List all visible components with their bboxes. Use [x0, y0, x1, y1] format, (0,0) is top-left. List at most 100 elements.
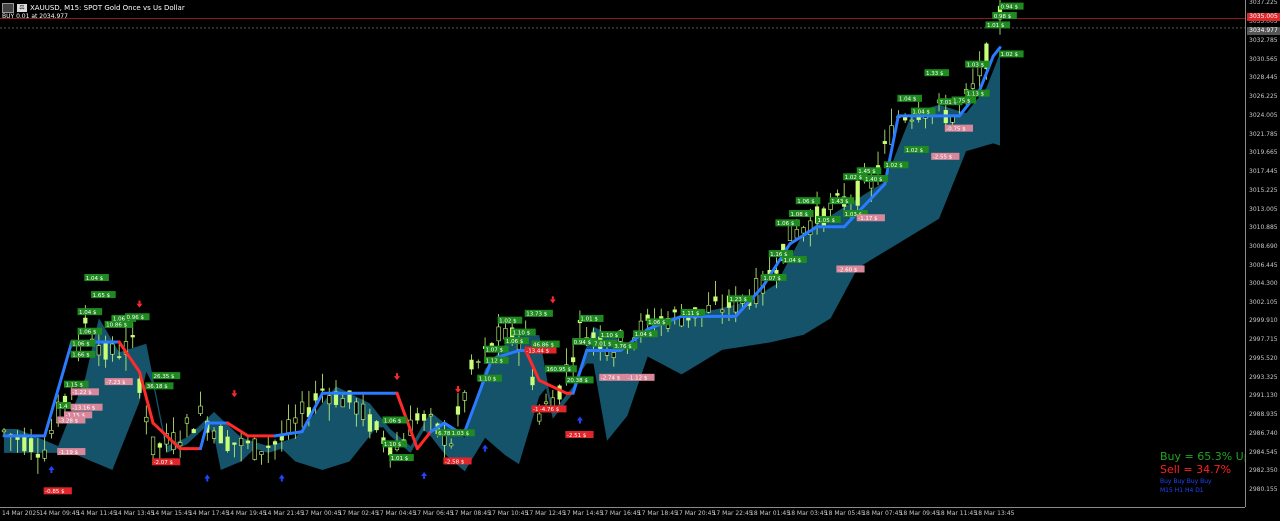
price-tick: 3010.885 [1249, 223, 1278, 231]
candle [557, 384, 562, 405]
price-tick: 2997.715 [1249, 336, 1278, 344]
time-tick: 14 Mar 13:45 [114, 510, 155, 517]
candle [144, 405, 149, 435]
svg-text:1.06 $: 1.06 $ [777, 221, 795, 227]
candle [178, 430, 183, 458]
buy-arrow-icon [278, 474, 285, 482]
trade-pnl-label: 1.04 $ [910, 107, 936, 115]
svg-text:1.02 $: 1.02 $ [845, 175, 863, 181]
trade-pnl-label: -2.51 $ [565, 431, 594, 439]
svg-text:1.06 $: 1.06 $ [506, 339, 524, 345]
trade-pnl-label: 20.38 $ [565, 376, 594, 384]
candle [171, 417, 176, 455]
svg-text:1.10 $: 1.10 $ [479, 376, 497, 382]
trade-pnl-label: 1.06 $ [775, 219, 801, 227]
trade-pnl-label: 0.94 $ [999, 2, 1024, 10]
buy-percentage: Buy = 65.3% Up [1160, 450, 1251, 463]
time-tick: 14 Mar 17:45 [189, 510, 230, 517]
svg-text:1.01 $: 1.01 $ [987, 23, 1005, 29]
price-tick: 3019.665 [1249, 148, 1278, 156]
svg-text:-2.51 $: -2.51 $ [567, 433, 587, 439]
svg-text:1.04 $: 1.04 $ [86, 276, 104, 282]
time-tick: 17 Mar 20:45 [675, 510, 716, 517]
trade-pnl-label: -2.60 $ [836, 265, 865, 273]
svg-text:-2.07 $: -2.07 $ [154, 460, 174, 466]
svg-text:1.4: 1.4 [59, 404, 68, 410]
time-axis[interactable]: 14 Mar 2025 14 Mar 09:45 14 Mar 11:45 14 Ma… [0, 507, 1245, 521]
chart-area[interactable]: 1.04 $ 1.65 $ 1.04 $ 1.06 $ 1.06 $ 1.66 $ 1.15… [0, 0, 1251, 507]
trade-pnl-label: 1.01 $ [578, 314, 604, 323]
trade-pnl-label: -2.55 $ [931, 152, 960, 161]
trend-cloud [4, 53, 1000, 472]
trade-pnl-label: -1.22 $ [70, 388, 99, 396]
trade-pnl-label: 1.02 $ [497, 316, 523, 324]
trade-pnl-label: 1.02 $ [999, 50, 1024, 58]
candle [753, 267, 759, 308]
svg-text:1.01 $: 1.01 $ [391, 456, 409, 462]
trade-pnl-label: 1.40 $ [863, 175, 889, 183]
candle [198, 391, 203, 417]
trade-pnl-label: 3.76 $ [612, 342, 638, 350]
svg-text:160.95 $: 160.95 $ [547, 367, 572, 373]
svg-text:1.66 $: 1.66 $ [72, 353, 90, 359]
price-chart[interactable]: 1.04 $ 1.65 $ 1.04 $ 1.06 $ 1.06 $ 1.66 $ 1.15… [0, 0, 1245, 507]
svg-text:-0.85 $: -0.85 $ [45, 489, 65, 495]
chart-menu-icon[interactable] [2, 2, 14, 13]
svg-text:20.38 $: 20.38 $ [567, 378, 588, 384]
price-axis[interactable]: 3037.225 3035.005 3032.785 3030.565 3028.445… [1245, 0, 1280, 507]
svg-text:3.76 $: 3.76 $ [614, 344, 632, 350]
time-tick: 14 Mar 15:45 [151, 510, 192, 517]
candle [835, 189, 840, 199]
svg-text:-1.12 $: -1.12 $ [628, 376, 648, 382]
svg-text:1.40 $: 1.40 $ [865, 177, 883, 183]
time-tick: 14 Mar 21:45 [263, 510, 304, 517]
time-tick: 18 Mar 07:45 [862, 510, 903, 517]
svg-text:46.86 $: 46.86 $ [533, 342, 554, 348]
ask-price-tag: 3034.977 [1247, 26, 1280, 35]
price-tick: 2982.350 [1249, 467, 1278, 475]
trade-pnl-label: 1.10 $ [511, 328, 536, 336]
time-tick: 17 Mar 04:45 [376, 510, 417, 517]
svg-text:-1.19 $: -1.19 $ [59, 450, 79, 456]
price-tick: 2993.325 [1249, 373, 1278, 381]
trade-pnl-label: -1.12 $ [626, 373, 655, 382]
svg-text:1.01 $: 1.01 $ [580, 317, 598, 323]
trade-pnl-label: 0.98 $ [992, 12, 1017, 20]
price-tick: 3032.785 [1249, 36, 1278, 44]
svg-text:-2.60 $: -2.60 $ [838, 267, 858, 273]
svg-text:1.07 $: 1.07 $ [763, 276, 781, 282]
svg-text:1.02 $: 1.02 $ [1001, 52, 1019, 58]
svg-text:1.04 $: 1.04 $ [784, 258, 802, 264]
svg-text:0.96 $: 0.96 $ [126, 315, 144, 321]
price-tick: 3017.445 [1249, 167, 1278, 175]
buy-arrow-icon [48, 465, 55, 473]
time-tick: 18 Mar 03:45 [787, 510, 828, 517]
price-tick: 3006.445 [1249, 261, 1278, 269]
sell-arrow-icon [231, 390, 238, 398]
time-tick: 17 Mar 10:45 [488, 510, 529, 517]
trade-pnl-label: 1.15 $ [63, 380, 89, 388]
trade-pnl-label: 160.95 $ [545, 365, 577, 373]
time-tick: 17 Mar 02:45 [338, 510, 379, 517]
time-tick: 17 Mar 12:45 [525, 510, 566, 517]
trade-pnl-label: 1.04 $ [77, 308, 103, 316]
timeframe-signal-row: Buy Buy Buy Buy [1160, 478, 1212, 485]
svg-text:1.06 $: 1.06 $ [79, 330, 97, 336]
svg-text:1.08 $: 1.08 $ [790, 212, 808, 218]
trade-pnl-label: 1.04 $ [633, 330, 658, 338]
time-tick: 17 Mar 14:45 [563, 510, 604, 517]
trade-pnl-label: 1.10 $ [599, 331, 624, 339]
trade-pnl-label: -1.19 $ [57, 448, 86, 456]
time-tick: 17 Mar 18:45 [637, 510, 678, 517]
trade-pnl-label: 1.13 $ [965, 89, 990, 97]
svg-text:1.12 $: 1.12 $ [486, 359, 504, 365]
trade-pnl-label: 1.10 $ [382, 440, 408, 448]
trade-pnl-label: 1.07 $ [484, 345, 509, 353]
candle [882, 129, 887, 154]
trade-pnl-label: 1.23 $ [727, 295, 753, 303]
one-click-trading-icon[interactable]: ⚖ [17, 3, 27, 12]
svg-text:1.06 $: 1.06 $ [72, 341, 90, 347]
time-tick: 14 Mar 09:45 [39, 510, 80, 517]
svg-text:13.73 $: 13.73 $ [526, 312, 547, 318]
time-tick: 17 Mar 08:45 [450, 510, 491, 517]
